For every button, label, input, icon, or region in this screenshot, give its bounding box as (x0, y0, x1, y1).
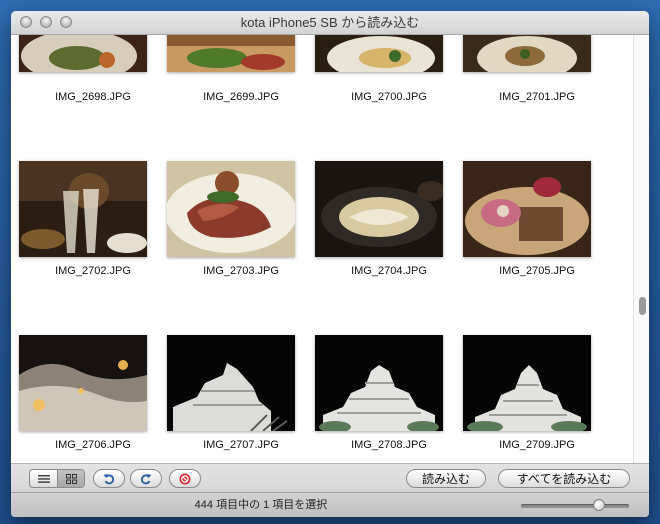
photo-thumbnail (315, 335, 443, 431)
photo-thumbnail (167, 161, 295, 257)
photo-item[interactable]: IMG_2707.JPG (167, 335, 315, 463)
bottom-toolbar: 読み込む すべてを読み込む (11, 463, 649, 492)
delete-button[interactable] (169, 469, 201, 488)
slider-knob[interactable] (593, 499, 605, 511)
import-all-button[interactable]: すべてを読み込む (498, 469, 630, 488)
photo-thumbnail (463, 335, 591, 431)
photo-item[interactable]: IMG_2701.JPG (463, 35, 611, 115)
window-title: kota iPhone5 SB から読み込む (240, 15, 420, 30)
photo-thumbnail (19, 335, 147, 431)
delete-icon (179, 473, 191, 484)
photo-filename: IMG_2705.JPG (499, 265, 575, 277)
import-button[interactable]: 読み込む (406, 469, 486, 488)
selection-status: 444 項目中の 1 項目を選択 (194, 499, 328, 511)
rotate-left-button[interactable] (93, 469, 125, 488)
photo-item[interactable]: IMG_2703.JPG (167, 161, 315, 291)
photo-filename: IMG_2707.JPG (203, 439, 279, 451)
photo-filename: IMG_2699.JPG (203, 91, 279, 103)
photo-thumbnail (463, 161, 591, 257)
photo-thumbnail (167, 335, 295, 431)
photo-thumbnail (19, 35, 147, 72)
photo-thumbnail (167, 35, 295, 72)
list-view-button[interactable] (30, 470, 57, 487)
photo-item[interactable]: IMG_2698.JPG (19, 35, 167, 115)
photo-filename: IMG_2708.JPG (351, 439, 427, 451)
photo-filename: IMG_2704.JPG (351, 265, 427, 277)
photo-thumbnail (463, 35, 591, 72)
title-bar: kota iPhone5 SB から読み込む (11, 11, 649, 35)
photo-item[interactable]: IMG_2699.JPG (167, 35, 315, 115)
photo-item[interactable]: IMG_2700.JPG (315, 35, 463, 115)
photo-filename: IMG_2703.JPG (203, 265, 279, 277)
photo-filename: IMG_2709.JPG (499, 439, 575, 451)
photo-thumbnail (315, 161, 443, 257)
photo-item[interactable]: IMG_2709.JPG (463, 335, 611, 463)
rotate-left-icon (103, 473, 115, 484)
photo-item[interactable]: IMG_2705.JPG (463, 161, 611, 291)
thumbnail-size-slider[interactable] (521, 499, 629, 511)
photo-item[interactable]: IMG_2704.JPG (315, 161, 463, 291)
photo-item[interactable]: IMG_2706.JPG (19, 335, 167, 463)
rotate-right-button[interactable] (130, 469, 162, 488)
photo-item[interactable]: IMG_2708.JPG (315, 335, 463, 463)
photo-thumbnail (19, 161, 147, 257)
icon-view-button[interactable] (58, 470, 84, 487)
photo-filename: IMG_2701.JPG (499, 91, 575, 103)
photo-item[interactable]: IMG_2702.JPG (19, 161, 167, 291)
photo-thumbnail (315, 35, 443, 72)
scrollbar-thumb[interactable] (639, 297, 646, 315)
photo-filename: IMG_2702.JPG (55, 265, 131, 277)
vertical-scrollbar[interactable] (633, 35, 649, 463)
rotate-right-icon (140, 473, 152, 484)
photo-filename: IMG_2700.JPG (351, 91, 427, 103)
photo-browser: IMG_2698.JPG IMG_2699.JPG IMG_2700.JPG I… (11, 35, 649, 463)
status-bar: 444 項目中の 1 項目を選択 (11, 492, 649, 517)
list-view-icon (37, 474, 50, 483)
view-mode-control[interactable] (29, 469, 85, 488)
icon-view-icon (66, 473, 77, 484)
photo-grid: IMG_2698.JPG IMG_2699.JPG IMG_2700.JPG I… (11, 35, 631, 463)
photo-filename: IMG_2706.JPG (55, 439, 131, 451)
photo-filename: IMG_2698.JPG (55, 91, 131, 103)
import-window: kota iPhone5 SB から読み込む IMG_2698.JPG IMG_… (11, 11, 649, 517)
